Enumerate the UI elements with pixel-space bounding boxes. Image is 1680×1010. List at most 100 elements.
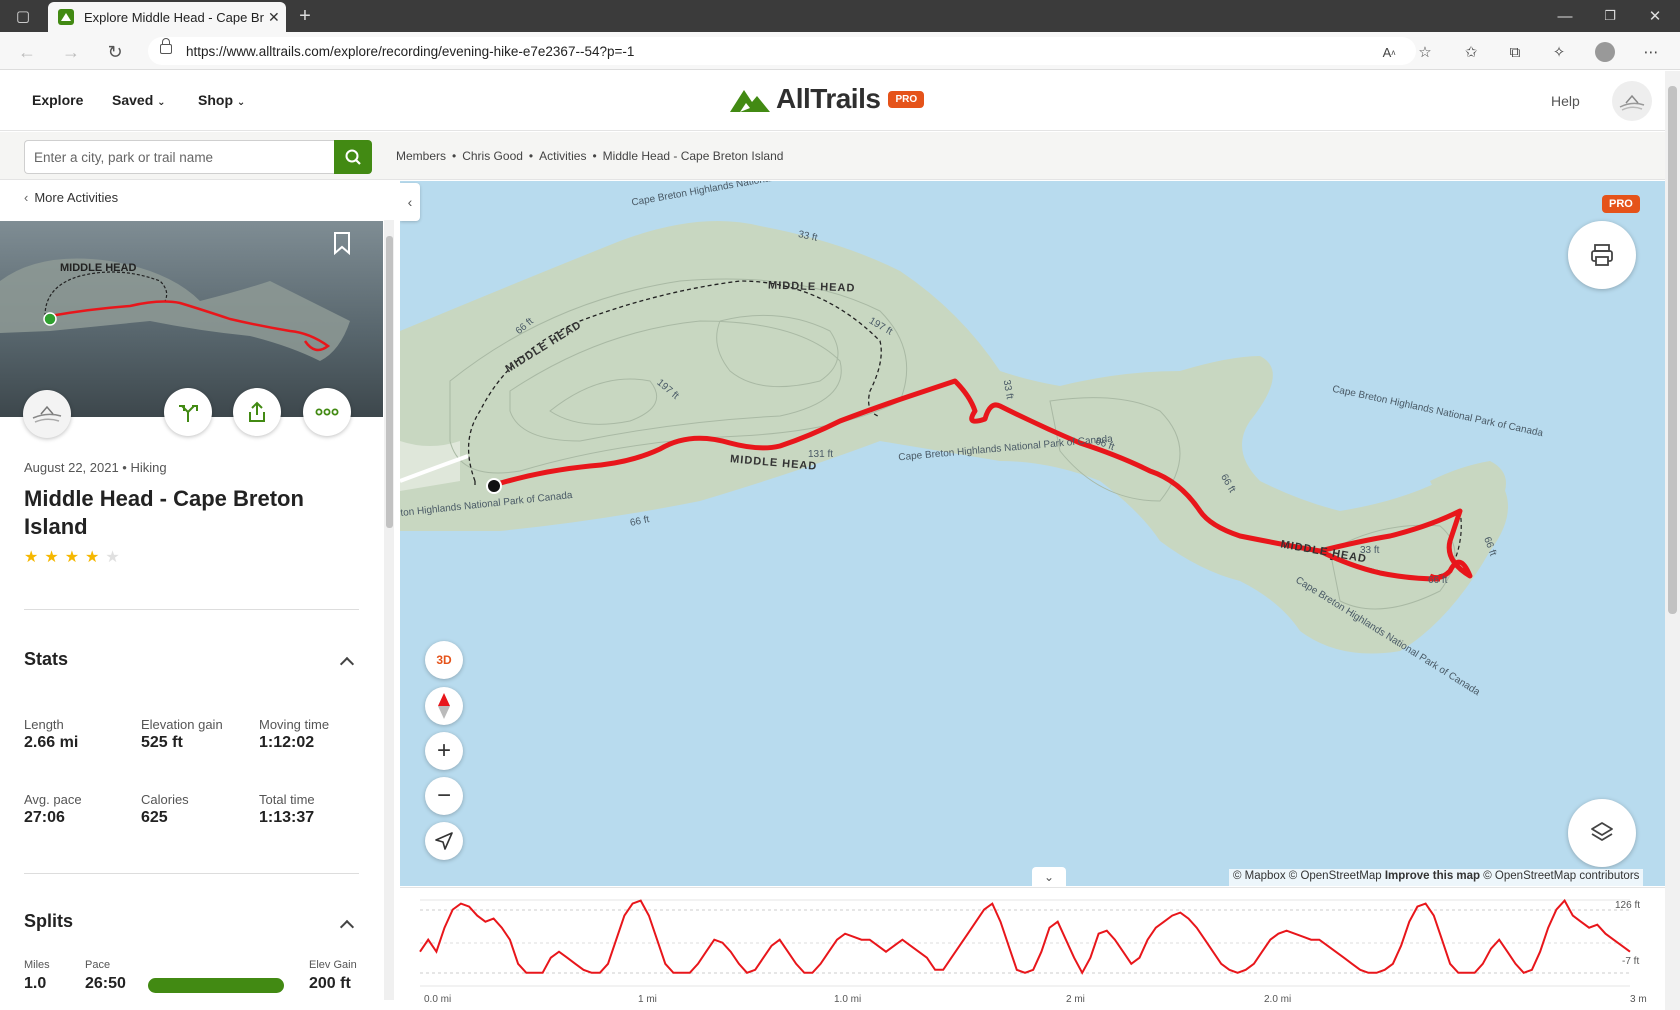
site-header: Explore Saved ⌄ Shop ⌄ AllTrails PRO Hel…	[0, 71, 1665, 131]
minimize-icon[interactable]: —	[1552, 0, 1578, 32]
stats-title: Stats	[24, 649, 69, 669]
x-tick: 0.0 mi	[424, 994, 452, 1005]
chevron-down-icon: ⌄	[1043, 869, 1055, 884]
x-tick: 1.0 mi	[834, 994, 862, 1005]
close-tab-icon[interactable]: ✕	[268, 9, 280, 26]
star-filled-icon: ★	[24, 549, 39, 566]
chevron-left-icon: ‹	[407, 194, 413, 210]
locate-me-button[interactable]	[425, 822, 463, 860]
activity-type-avatar	[23, 390, 71, 438]
breadcrumb-separator: •	[528, 149, 534, 163]
more-activities-label: More Activities	[34, 190, 119, 205]
contour-label: 131 ft	[808, 449, 834, 460]
breadcrumb-current: Middle Head - Cape Breton Island	[602, 149, 784, 163]
url-field[interactable]: https://www.alltrails.com/explore/record…	[148, 37, 1416, 65]
3d-toggle-button[interactable]: 3D	[425, 641, 463, 679]
back-icon[interactable]: ←	[16, 41, 38, 63]
stat-value: 525 ft	[141, 734, 183, 751]
splits-header-elev: Elev Gain	[309, 959, 357, 971]
x-tick: 2 mi	[1066, 994, 1085, 1005]
add-favorite-icon[interactable]: ☆	[1414, 41, 1436, 63]
more-options-button[interactable]	[303, 388, 351, 436]
print-map-button[interactable]	[1568, 221, 1636, 289]
collapse-stats-icon[interactable]	[339, 656, 355, 672]
collapse-splits-icon[interactable]	[339, 919, 355, 935]
browser-tab-bar: ▢ Explore Middle Head - Cape Bret ✕ + — …	[0, 0, 1680, 32]
elevation-min-label: -7 ft	[1622, 956, 1640, 967]
nav-saved[interactable]: Saved ⌄	[112, 92, 166, 108]
help-link[interactable]: Help	[1551, 93, 1580, 109]
page-scrollbar-thumb[interactable]	[1668, 86, 1677, 614]
stat-value: 27:06	[24, 809, 65, 826]
improve-map-link[interactable]: Improve this map	[1385, 870, 1480, 882]
plus-icon: +	[436, 737, 451, 764]
restore-icon[interactable]: ❐	[1597, 0, 1623, 32]
elevation-profile[interactable]: 126 ft -7 ft 0.0 mi 1 mi 1.0 mi 2 mi 2.0…	[400, 887, 1665, 1010]
breadcrumb-members[interactable]: Members	[396, 149, 446, 163]
star-filled-icon: ★	[64, 549, 80, 566]
more-activities-link[interactable]: ‹ More Activities	[24, 190, 118, 205]
minus-icon: −	[436, 782, 451, 809]
zoom-out-button[interactable]: −	[425, 777, 463, 815]
directions-button[interactable]	[164, 388, 212, 436]
alltrails-logo[interactable]: AllTrails PRO	[730, 83, 925, 115]
breadcrumb-member-name[interactable]: Chris Good	[462, 149, 523, 163]
hiker-avatar-icon	[32, 405, 62, 423]
new-tab-icon[interactable]: +	[292, 0, 318, 32]
forward-icon[interactable]: →	[60, 41, 82, 63]
breadcrumb: Members • Chris Good • Activities • Midd…	[396, 149, 783, 163]
toggle-elevation-button[interactable]: ⌄	[1032, 867, 1066, 886]
activity-panel: ‹ More Activities MIDDLE HEAD August 22,…	[0, 181, 400, 1010]
nav-shop[interactable]: Shop ⌄	[198, 92, 245, 108]
breadcrumb-activities[interactable]: Activities	[539, 149, 586, 163]
browser-tab[interactable]: Explore Middle Head - Cape Bret ✕	[48, 2, 286, 32]
share-button[interactable]	[233, 388, 281, 436]
stat-label: Length	[24, 717, 64, 732]
ellipsis-icon	[315, 408, 339, 416]
activity-meta: August 22, 2021 • Hiking	[24, 460, 167, 475]
split-elev: 200 ft	[309, 975, 351, 992]
stat-value: 2.66 mi	[24, 734, 79, 751]
elevation-line	[419, 898, 1631, 975]
collapse-panel-button[interactable]: ‹	[400, 183, 420, 221]
tab-actions-icon[interactable]: ▢	[10, 0, 36, 32]
stat-label: Moving time	[259, 717, 330, 732]
nav-explore[interactable]: Explore	[32, 92, 83, 108]
map-layers-button[interactable]	[1568, 799, 1636, 867]
map-attribution: © Mapbox © OpenStreetMap Improve this ma…	[1229, 869, 1644, 886]
user-avatar[interactable]	[1612, 81, 1652, 121]
logo-text: AllTrails	[776, 83, 881, 114]
read-aloud-icon[interactable]: Aʌ	[1378, 41, 1400, 63]
map-canvas[interactable]	[400, 181, 1665, 886]
x-tick: 3 m	[1630, 994, 1647, 1005]
search-icon	[345, 149, 361, 165]
compass-button[interactable]	[425, 687, 463, 725]
search-input[interactable]	[24, 140, 334, 174]
breadcrumb-separator: •	[592, 149, 597, 163]
zoom-in-button[interactable]: +	[425, 732, 463, 770]
map-view[interactable]: Cape Breton Highlands National Park of C…	[400, 181, 1665, 886]
contour-label: 33 ft	[1360, 545, 1380, 556]
layers-icon	[1591, 822, 1613, 841]
collections-icon[interactable]: ⧉	[1504, 41, 1526, 63]
panel-scrollbar-thumb[interactable]	[386, 236, 393, 528]
stat-label: Elevation gain	[141, 717, 223, 732]
chevron-down-icon: ⌄	[157, 97, 166, 108]
profile-icon[interactable]	[1594, 41, 1616, 63]
split-pace: 26:50	[85, 975, 126, 992]
favorites-icon[interactable]: ✩	[1460, 41, 1482, 63]
bookmark-icon[interactable]	[332, 231, 352, 260]
splits-title: Splits	[24, 911, 74, 931]
copilot-icon[interactable]: ✧	[1548, 41, 1570, 63]
more-menu-icon[interactable]: ⋯	[1640, 41, 1662, 63]
url-text: https://www.alltrails.com/explore/record…	[186, 43, 635, 59]
attribution-text: © OpenStreetMap contributors	[1483, 870, 1640, 882]
chevron-left-icon: ‹	[24, 190, 29, 205]
reload-icon[interactable]: ↻	[104, 41, 126, 63]
printer-icon	[1591, 244, 1613, 266]
close-window-icon[interactable]: ✕	[1642, 0, 1668, 32]
search-button[interactable]	[334, 140, 372, 174]
stat-value: 1:12:02	[259, 734, 315, 751]
elevation-chart	[419, 898, 1631, 987]
divider	[24, 873, 359, 874]
